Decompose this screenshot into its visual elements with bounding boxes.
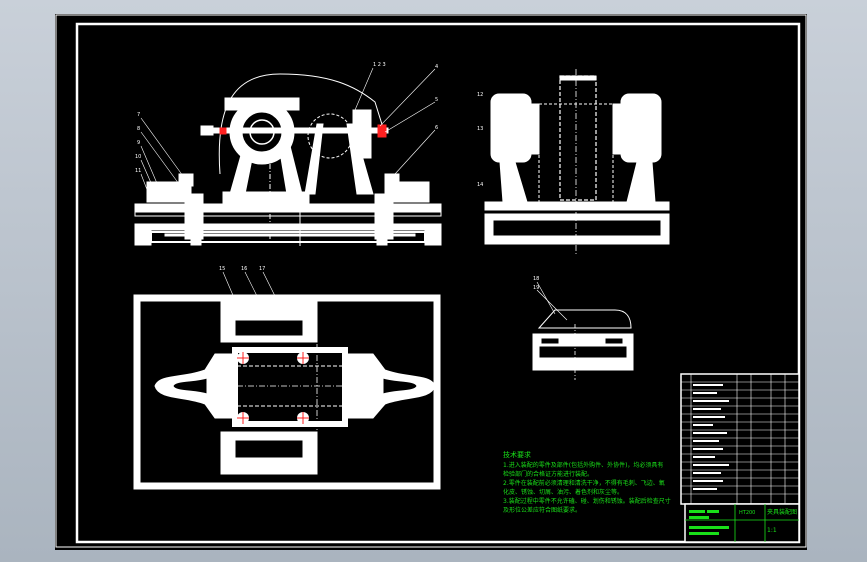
tech-req-line: 及形位公差应符合图纸要求。 (503, 507, 582, 514)
callout-19: 19 (533, 285, 539, 291)
callout-123: 1 2 3 (373, 62, 386, 68)
tech-req-line: 化皮、锈蚀、切屑、油污、着色剂和灰尘等。 (503, 489, 624, 496)
callout-4: 4 (435, 64, 438, 70)
top-view (133, 294, 441, 490)
detail-view-labels: 18 19 (533, 276, 539, 291)
callout-9: 9 (137, 140, 140, 146)
tech-req-line: 1.进入装配的零件及部件(包括外购件、外协件)，均必须具有 (503, 462, 664, 469)
callout-18: 18 (533, 276, 539, 282)
title-block-material: HT200 (739, 510, 755, 516)
callout-5: 5 (435, 97, 438, 103)
callout-14: 14 (477, 182, 483, 188)
callout-17: 17 (259, 266, 265, 272)
callout-16: 16 (241, 266, 247, 272)
side-view (484, 69, 670, 256)
callout-15: 15 (219, 266, 225, 272)
tech-req-title: 技术要求 (503, 451, 531, 459)
drawing-viewport[interactable]: 1 2 3 4 5 6 7 8 9 10 11 12 13 14 15 16 1… (55, 14, 807, 550)
top-view-holes (237, 352, 309, 424)
callout-11: 11 (135, 168, 141, 174)
title-block-scale: 1:1 (767, 527, 777, 534)
top-view-labels: 15 16 17 (219, 266, 265, 272)
title-block-part-name: 夹具装配图 (767, 508, 797, 516)
front-view (134, 73, 442, 246)
tech-req-line: 检验部门的合格证方能进行装配。 (503, 471, 594, 478)
callout-12: 12 (477, 92, 483, 98)
callout-6: 6 (435, 125, 438, 131)
callout-13: 13 (477, 126, 483, 132)
tech-req-line: 2.零件在装配前必须清理和清洗干净，不得有毛刺、飞边、氧 (503, 480, 665, 487)
callout-7: 7 (137, 112, 140, 118)
tech-req-line: 3.装配过程中零件不允许磕、碰、划伤和锈蚀。装配后检查尺寸 (503, 498, 671, 505)
callout-8: 8 (137, 126, 140, 132)
side-view-labels: 12 13 14 (477, 92, 483, 188)
technical-requirements: 技术要求 1.进入装配的零件及部件(包括外购件、外协件)，均必须具有 检验部门的… (503, 451, 703, 515)
detail-view (532, 309, 634, 380)
callout-10: 10 (135, 154, 141, 160)
detail-view-callouts (536, 281, 568, 321)
